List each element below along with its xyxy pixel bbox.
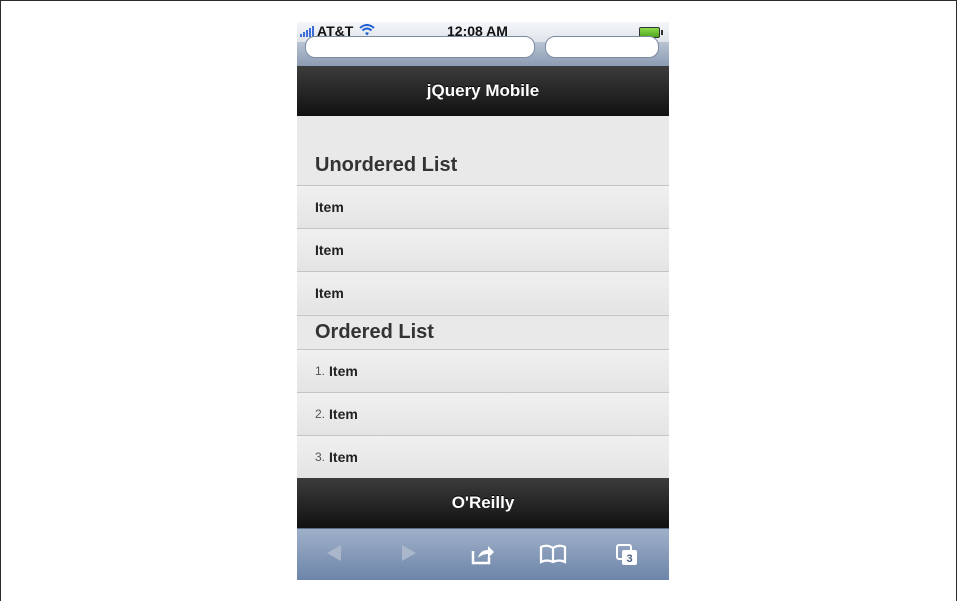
list-item[interactable]: Item: [297, 271, 669, 314]
list-item[interactable]: Item: [297, 185, 669, 228]
list-item-number: 2.: [315, 407, 326, 421]
browser-toolbar: 3: [297, 528, 669, 580]
list-item-label: Item: [329, 406, 358, 422]
list-item-number: 1.: [315, 364, 326, 378]
tabs-count: 3: [626, 553, 632, 565]
address-field[interactable]: [305, 36, 535, 58]
list-item[interactable]: 1. Item: [297, 349, 669, 392]
footer-title: O'Reilly: [451, 493, 515, 512]
search-field[interactable]: [545, 36, 659, 58]
list-item[interactable]: Item: [297, 228, 669, 271]
list-item[interactable]: 3. Item: [297, 435, 669, 478]
ordered-list-heading: Ordered List: [297, 315, 669, 344]
signal-strength-icon: [300, 25, 314, 37]
phone-screen: AT&T 12:08 AM jQuery Mobile Unordered Li…: [297, 22, 669, 580]
browser-address-area: [297, 36, 669, 66]
back-icon[interactable]: [325, 543, 343, 567]
list-item-label: Item: [315, 199, 344, 215]
list-item-label: Item: [329, 363, 358, 379]
bookmarks-icon[interactable]: [539, 543, 567, 569]
page-footer: O'Reilly: [297, 478, 669, 528]
forward-icon[interactable]: [400, 543, 418, 567]
page-content: Unordered List Item Item Item Ordered Li…: [297, 116, 669, 478]
list-item-label: Item: [315, 242, 344, 258]
page-header: jQuery Mobile: [297, 66, 669, 116]
unordered-list-heading: Unordered List: [315, 154, 458, 176]
list-item-label: Item: [329, 449, 358, 465]
page-title: jQuery Mobile: [426, 81, 540, 100]
share-icon[interactable]: [471, 543, 495, 569]
list-item[interactable]: 2. Item: [297, 392, 669, 435]
list-item-label: Item: [315, 285, 344, 301]
tabs-icon[interactable]: 3: [615, 543, 639, 571]
list-item-number: 3.: [315, 450, 326, 464]
